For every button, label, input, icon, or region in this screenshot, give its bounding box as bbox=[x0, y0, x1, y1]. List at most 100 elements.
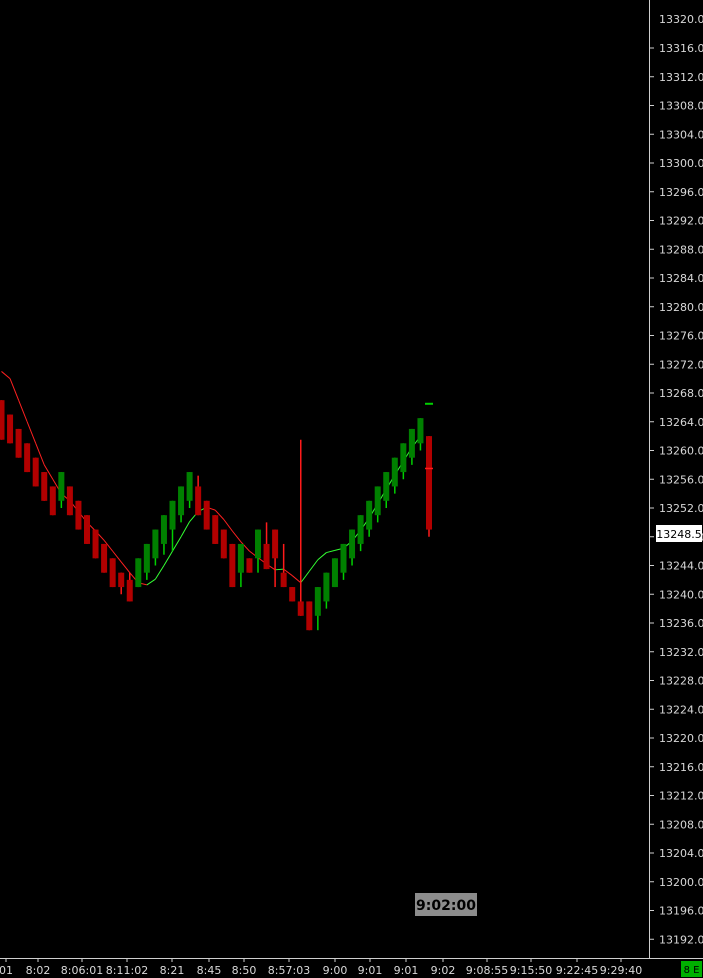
candle-body bbox=[306, 601, 313, 631]
price-chart[interactable]: 13316.0 13312.0 13308.0 13304.0 13300.0 13296… bbox=[0, 0, 703, 978]
x-tick-label: 9:01 bbox=[394, 964, 419, 977]
candle-body bbox=[32, 457, 39, 487]
y-tick-label: 13196.0 bbox=[659, 905, 703, 918]
candle-body bbox=[246, 558, 253, 573]
y-tick-label: 13204.0 bbox=[659, 847, 703, 860]
y-tick-label: 13276.0 bbox=[659, 330, 703, 343]
y-tick-label: 13216.0 bbox=[659, 761, 703, 774]
candle-body bbox=[118, 572, 125, 588]
candle-body bbox=[203, 500, 210, 530]
y-tick-label: 13252.0 bbox=[659, 502, 703, 515]
candle-body bbox=[323, 572, 330, 602]
candle-body bbox=[314, 587, 321, 616]
candle-body bbox=[195, 486, 202, 516]
x-tick-label: 8:50 bbox=[232, 964, 257, 977]
y-tick-label: 13244.0 bbox=[659, 560, 703, 573]
x-tick-label: 9:15:50 bbox=[510, 964, 552, 977]
y-tick-partial: 13320.0 bbox=[659, 13, 703, 26]
y-tick-label: 13208.0 bbox=[659, 818, 703, 831]
time-marker-value: 9:02:00 bbox=[416, 898, 476, 914]
candle-body bbox=[237, 543, 244, 573]
candle-body bbox=[400, 443, 407, 473]
y-tick-label: 13192.0 bbox=[659, 933, 703, 946]
candle-body bbox=[49, 486, 56, 516]
corner-badge[interactable]: 8 E bbox=[681, 961, 702, 977]
y-tick-label: 13240.0 bbox=[659, 588, 703, 601]
y-tick-label: 13272.0 bbox=[659, 358, 703, 371]
candle-body bbox=[101, 543, 108, 573]
x-tick-label: 8:45 bbox=[197, 964, 222, 977]
candle-body bbox=[331, 558, 338, 588]
candle-down bbox=[84, 515, 90, 544]
candle-body bbox=[152, 529, 159, 559]
candle-up bbox=[135, 558, 142, 588]
candle-down bbox=[229, 543, 236, 588]
x-tick-label: 01 bbox=[0, 964, 13, 977]
candle-body bbox=[92, 529, 99, 559]
candle-body bbox=[24, 443, 31, 473]
y-tick-label: 13236.0 bbox=[659, 617, 703, 630]
x-tick-label: 8:57:03 bbox=[268, 964, 310, 977]
x-tick-label: 9:02 bbox=[431, 964, 456, 977]
candle-body bbox=[229, 543, 236, 588]
candle-down bbox=[109, 558, 116, 588]
y-tick-label: 13304.0 bbox=[659, 128, 703, 141]
x-tick-label: 9:00 bbox=[323, 964, 348, 977]
y-tick-label: 13288.0 bbox=[659, 243, 703, 256]
candle-body bbox=[366, 500, 373, 530]
x-tick-label: 9:08:55 bbox=[466, 964, 508, 977]
candle-down bbox=[306, 601, 313, 631]
candle-body bbox=[263, 543, 270, 570]
y-tick-label: 13300.0 bbox=[659, 157, 703, 170]
y-tick-label: 13228.0 bbox=[659, 675, 703, 688]
x-tick-label: 9:01 bbox=[358, 964, 383, 977]
candle-down bbox=[289, 587, 296, 602]
y-tick-label: 13220.0 bbox=[659, 732, 703, 745]
y-tick-label: 13264.0 bbox=[659, 416, 703, 429]
y-tick-label: 13212.0 bbox=[659, 790, 703, 803]
candle-body bbox=[58, 472, 65, 501]
candle-body bbox=[349, 529, 356, 559]
candle-down bbox=[101, 543, 108, 573]
candle-body bbox=[289, 587, 296, 602]
candle-body bbox=[280, 572, 287, 588]
candle-body bbox=[383, 472, 390, 501]
candle-down bbox=[49, 486, 56, 516]
candle-body bbox=[297, 601, 304, 616]
candle-body bbox=[357, 515, 364, 544]
candle-body bbox=[126, 579, 133, 602]
candle-body bbox=[374, 486, 381, 516]
y-tick-label: 13256.0 bbox=[659, 473, 703, 486]
candle-body bbox=[169, 500, 176, 530]
candle-body bbox=[186, 472, 193, 501]
current-price-tag: 13248.5 bbox=[656, 525, 702, 542]
candle-down bbox=[75, 500, 82, 530]
candle-down bbox=[15, 428, 22, 458]
y-tick-label: 13280.0 bbox=[659, 301, 703, 314]
candle-down bbox=[41, 472, 48, 501]
candle-down bbox=[0, 400, 5, 440]
x-tick-label: 8:06:01 bbox=[61, 964, 103, 977]
candle-body bbox=[143, 543, 150, 573]
candle-up bbox=[331, 558, 338, 588]
candle-body bbox=[417, 418, 424, 444]
y-tick-label: 13296.0 bbox=[659, 186, 703, 199]
candle-body bbox=[272, 529, 279, 559]
chart-background bbox=[0, 0, 703, 978]
candle-body bbox=[66, 486, 73, 516]
candle-body bbox=[7, 414, 14, 444]
y-tick-label: 13284.0 bbox=[659, 272, 703, 285]
candle-down bbox=[203, 500, 210, 530]
candle-down bbox=[7, 414, 14, 444]
candle-body bbox=[391, 457, 398, 487]
candle-body bbox=[220, 529, 227, 559]
candle-down bbox=[426, 436, 432, 537]
candle-body bbox=[340, 543, 347, 573]
candle-body bbox=[212, 515, 219, 544]
candle-body bbox=[255, 529, 261, 559]
candle-body bbox=[135, 558, 142, 588]
corner-badge-label: 8 E bbox=[684, 965, 700, 976]
candle-down bbox=[92, 529, 99, 559]
y-tick-label: 13292.0 bbox=[659, 215, 703, 228]
candle-body bbox=[178, 486, 185, 516]
